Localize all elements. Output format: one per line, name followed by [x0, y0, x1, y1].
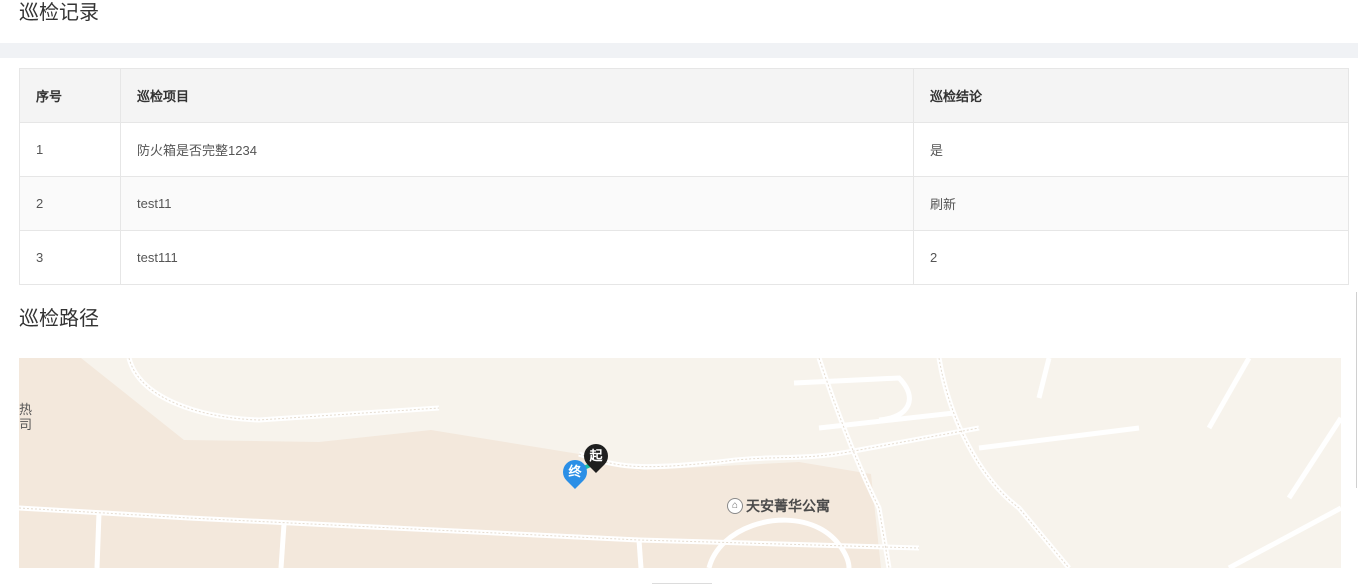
cell-conclusion: 是 — [913, 122, 1349, 177]
column-header-conclusion: 巡检结论 — [913, 68, 1349, 123]
start-marker-label: 起 — [589, 448, 603, 463]
map-poi[interactable]: ⌂ 天安菁华公寓 — [727, 496, 830, 516]
records-section-title: 巡检记录 — [19, 2, 99, 24]
cell-index: 3 — [19, 230, 121, 285]
cell-conclusion: 刷新 — [913, 176, 1349, 231]
path-section-title: 巡检路径 — [19, 308, 99, 330]
table-header-row: 序号 巡检项目 巡检结论 — [19, 68, 1349, 123]
cell-conclusion: 2 — [913, 230, 1349, 285]
poi-label: 天安菁华公寓 — [746, 498, 830, 514]
bottom-handle[interactable] — [652, 583, 712, 587]
table-row: 1 防火箱是否完整1234 是 — [19, 122, 1349, 177]
table-row: 3 test111 2 — [19, 230, 1349, 285]
cell-index: 2 — [19, 176, 121, 231]
column-header-item: 巡检项目 — [120, 68, 914, 123]
scrollbar-track[interactable] — [1356, 292, 1357, 488]
cell-item: test111 — [120, 230, 914, 285]
map-background — [19, 358, 1341, 568]
section-divider — [0, 43, 1358, 58]
inspection-records-table: 序号 巡检项目 巡检结论 1 防火箱是否完整1234 是 2 test11 刷新… — [19, 68, 1349, 285]
start-marker[interactable]: 起 — [579, 439, 613, 473]
cell-index: 1 — [19, 122, 121, 177]
table-row: 2 test11 刷新 — [19, 176, 1349, 231]
cell-item: 防火箱是否完整1234 — [120, 122, 914, 177]
residence-icon: ⌂ — [727, 498, 743, 514]
column-header-index: 序号 — [19, 68, 121, 123]
cell-item: test11 — [120, 176, 914, 231]
inspection-route-map[interactable]: 热 司 ⌂ 天安菁华公寓 终 起 — [19, 358, 1341, 568]
map-edge-label: 热 司 — [19, 402, 33, 432]
